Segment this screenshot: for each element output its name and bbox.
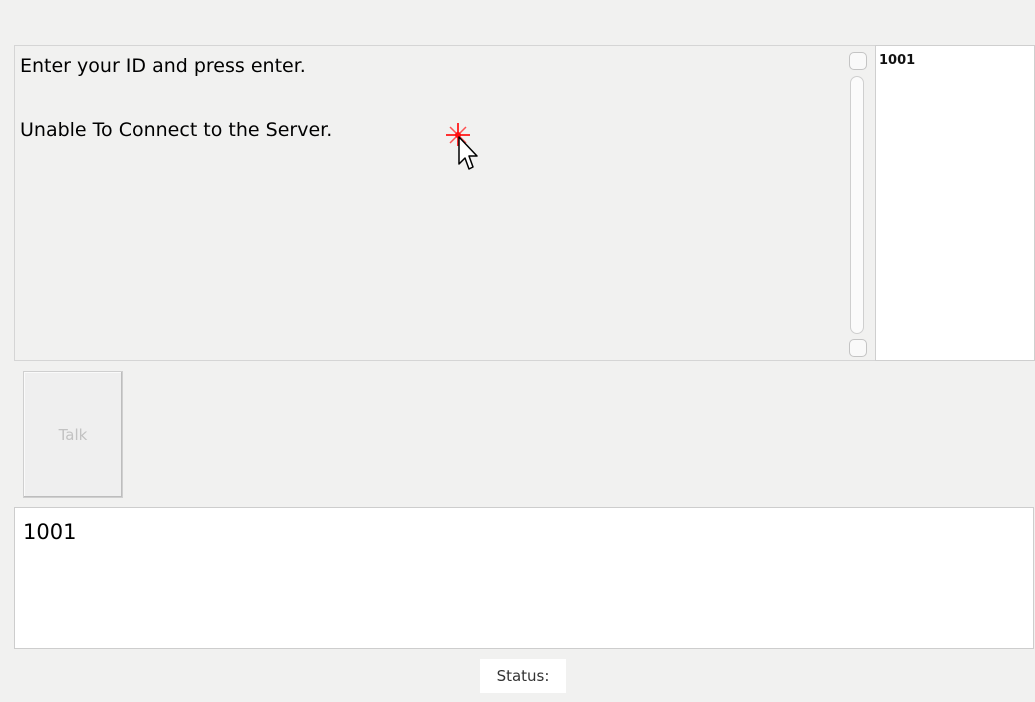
status-label: Status:	[480, 659, 566, 693]
chat-window: Enter your ID and press enter. Unable To…	[0, 0, 1035, 702]
scroll-thumb[interactable]	[850, 76, 864, 334]
message-scrollbar[interactable]	[847, 45, 875, 361]
scroll-down-button[interactable]	[849, 339, 867, 357]
scroll-up-button[interactable]	[849, 52, 867, 70]
message-line: Unable To Connect to the Server.	[20, 119, 333, 141]
message-log[interactable]: Enter your ID and press enter. Unable To…	[14, 45, 847, 361]
message-input[interactable]: 1001	[14, 507, 1034, 649]
user-list[interactable]: 1001	[875, 45, 1035, 361]
message-line: Enter your ID and press enter.	[20, 55, 306, 77]
user-list-item[interactable]: 1001	[879, 53, 1031, 68]
talk-button[interactable]: Talk	[23, 371, 123, 498]
